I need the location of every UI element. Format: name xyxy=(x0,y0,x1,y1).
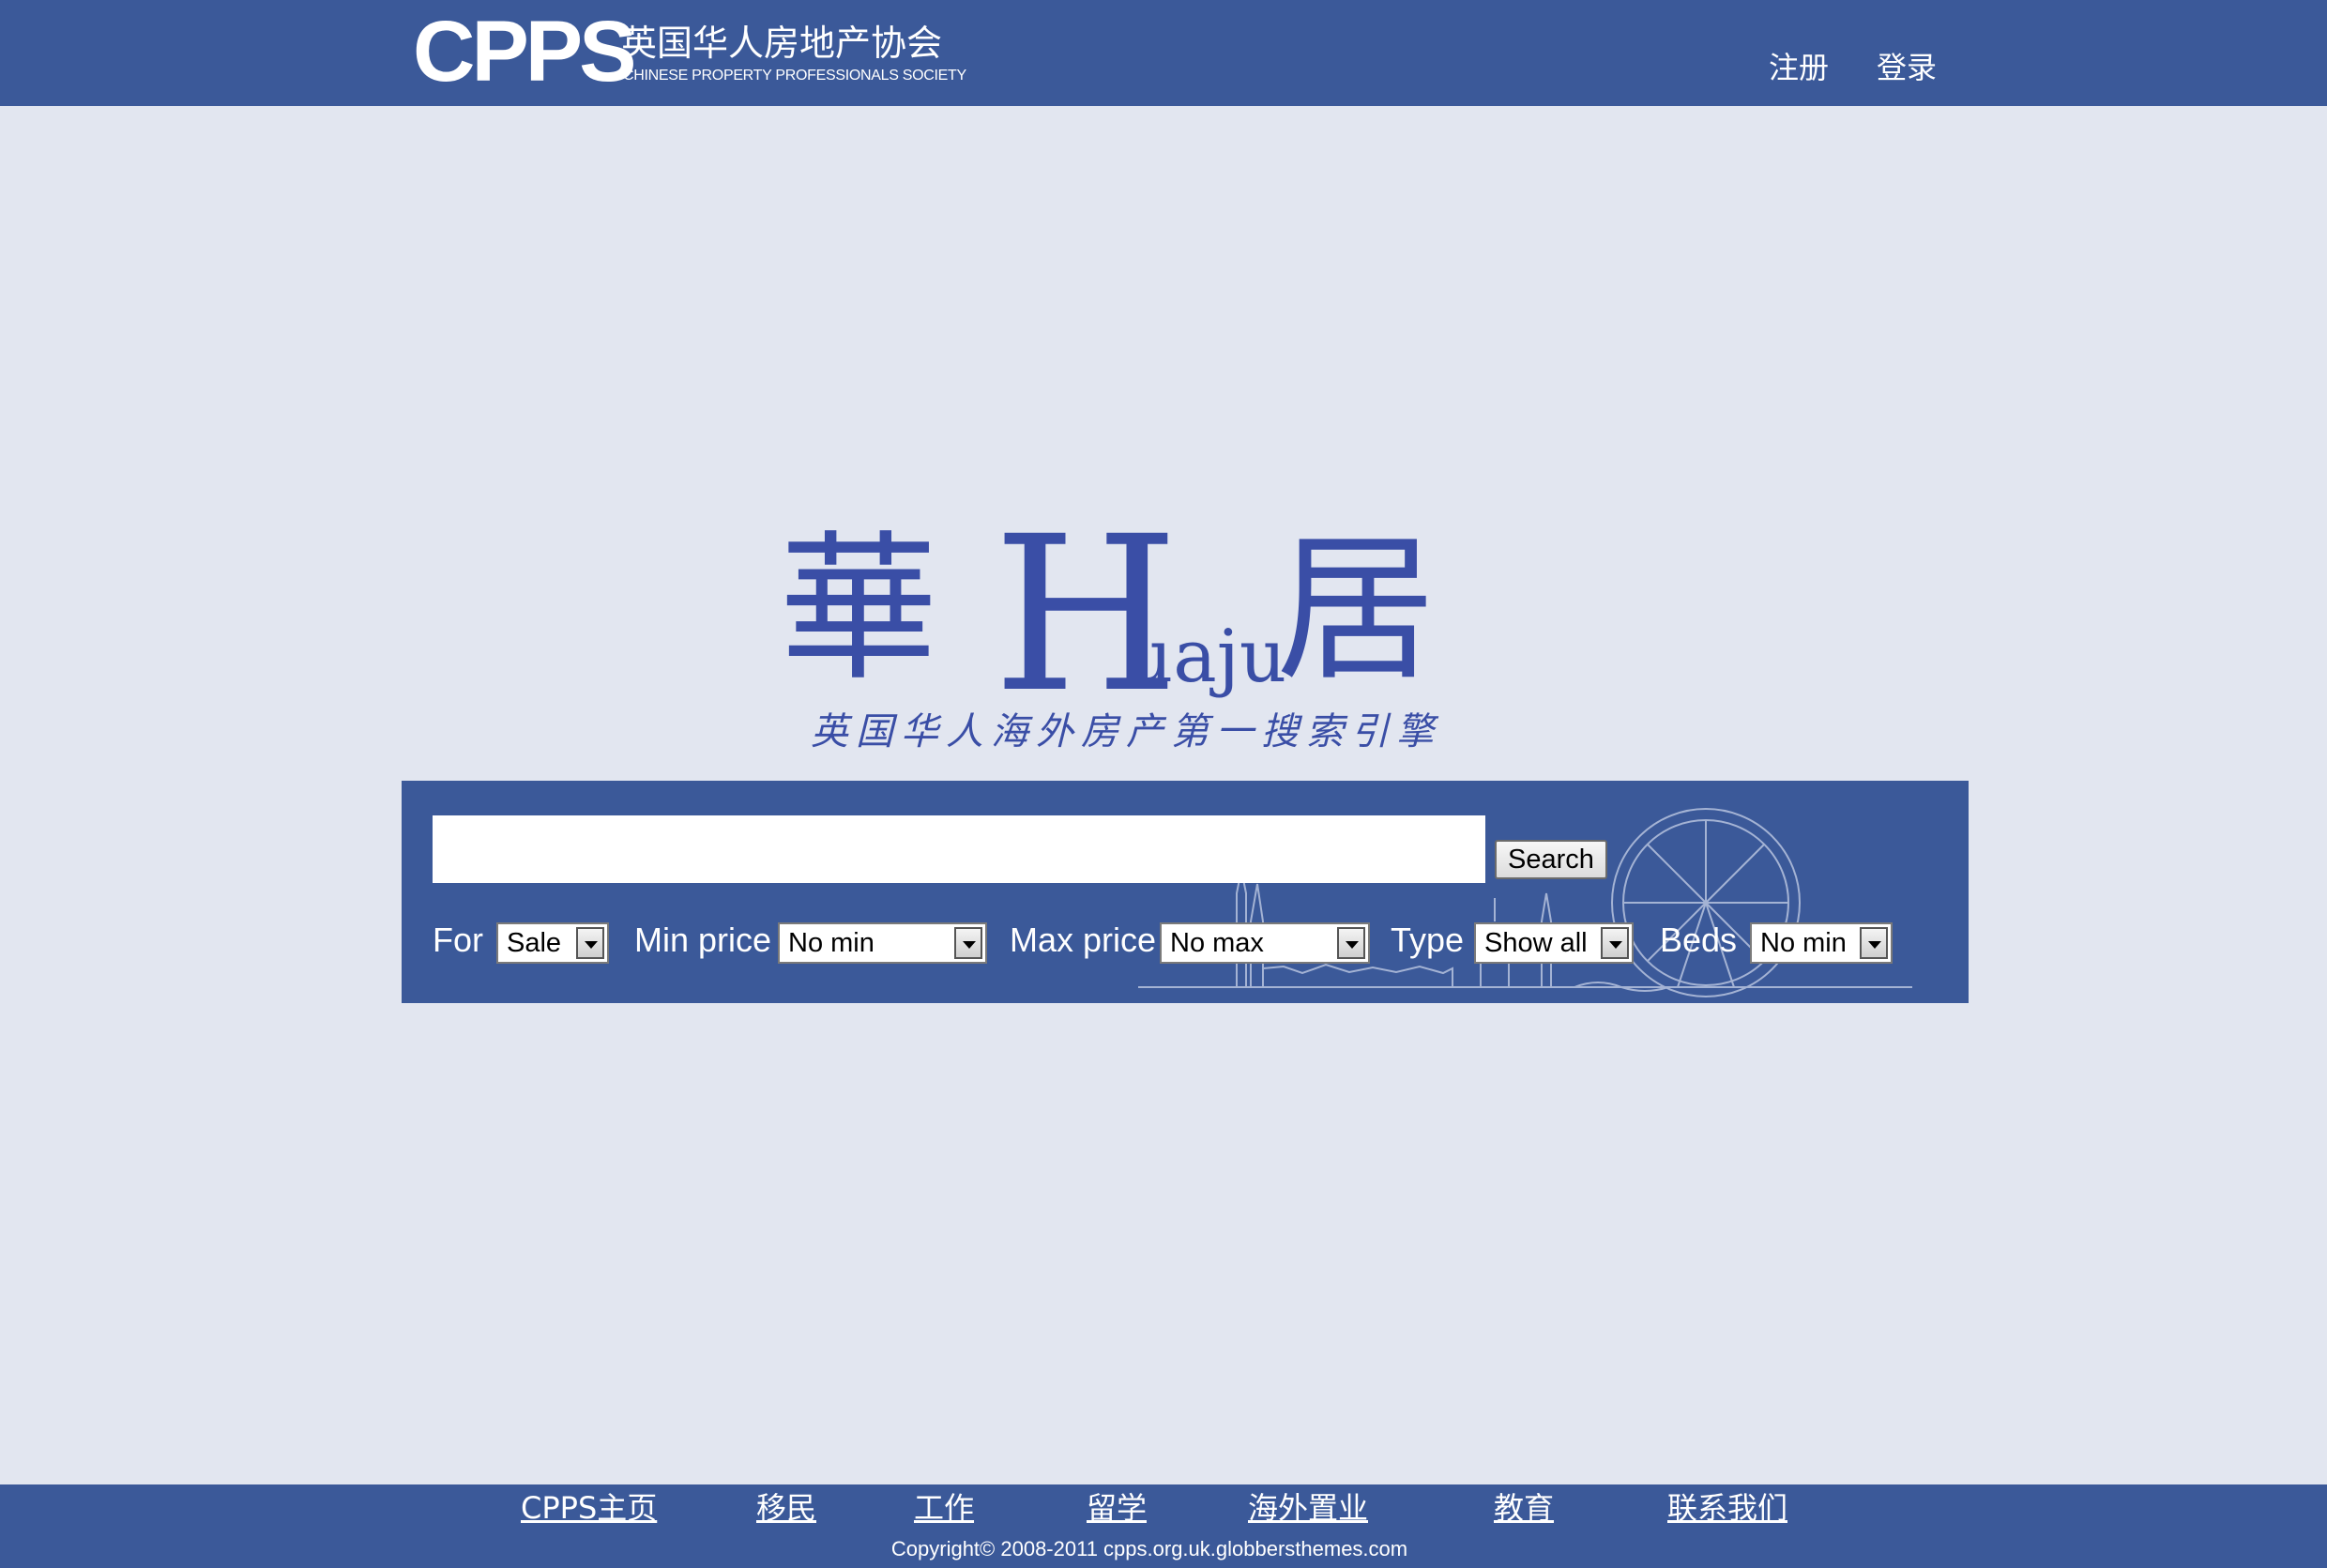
footer-link-immigration[interactable]: 移民 xyxy=(756,1489,816,1527)
min-price-select-value: No min xyxy=(788,928,875,958)
type-select[interactable]: Show all xyxy=(1474,922,1634,964)
for-select[interactable]: Sale xyxy=(496,922,609,964)
search-button[interactable]: Search xyxy=(1495,840,1607,879)
brand-char-ju: 居 xyxy=(1276,517,1437,703)
type-select-value: Show all xyxy=(1484,928,1588,958)
register-link[interactable]: 注册 xyxy=(1769,49,1829,86)
london-skyline-illustration xyxy=(1138,808,1912,997)
footer-bar: CPPS主页 移民 工作 留学 海外置业 教育 联系我们 Copyright© … xyxy=(0,1484,2327,1568)
logo-mark: CPPS xyxy=(413,4,637,99)
type-label: Type xyxy=(1391,921,1465,959)
max-price-select-value: No max xyxy=(1170,928,1264,958)
dropdown-arrow-icon[interactable] xyxy=(1860,927,1888,959)
dropdown-arrow-icon[interactable] xyxy=(1337,927,1365,959)
copyright-text: Copyright© 2008-2011 cpps.org.uk.globber… xyxy=(890,1537,1408,1560)
footer-link-contact[interactable]: 联系我们 xyxy=(1667,1489,1787,1527)
login-link[interactable]: 登录 xyxy=(1877,49,1937,86)
logo-english-name: CHINESE PROPERTY PROFESSIONALS SOCIETY xyxy=(623,68,966,84)
search-input[interactable] xyxy=(433,815,1485,883)
min-price-label: Min price xyxy=(634,921,772,959)
beds-select-value: No min xyxy=(1760,928,1847,958)
dropdown-arrow-icon[interactable] xyxy=(576,927,604,959)
search-panel: Search For Sale Min price No min Max pri… xyxy=(402,781,1969,1003)
top-header-bar: CPPS 英国华人房地产协会 CHINESE PROPERTY PROFESSI… xyxy=(0,0,2327,106)
for-select-value: Sale xyxy=(507,928,562,958)
brand-tagline: 英国华人海外房产第一搜索引擎 xyxy=(811,710,1441,754)
brand-word-uaju: uaju xyxy=(1126,615,1287,699)
min-price-select[interactable]: No min xyxy=(778,922,987,964)
beds-label: Beds xyxy=(1660,921,1738,959)
footer-link-study[interactable]: 留学 xyxy=(1087,1489,1147,1527)
max-price-select[interactable]: No max xyxy=(1160,922,1370,964)
dropdown-arrow-icon[interactable] xyxy=(1601,927,1629,959)
for-label: For xyxy=(433,921,483,959)
footer-link-cpps-home[interactable]: CPPS主页 xyxy=(521,1489,657,1527)
dropdown-arrow-icon[interactable] xyxy=(954,927,982,959)
footer-link-education[interactable]: 教育 xyxy=(1494,1489,1554,1527)
footer-link-overseas-property[interactable]: 海外置业 xyxy=(1248,1489,1368,1527)
logo-chinese-name: 英国华人房地产协会 xyxy=(621,23,943,64)
footer-link-work[interactable]: 工作 xyxy=(914,1489,974,1527)
huaju-brand-logo: 華 H uaju 居 英国华人海外房产第一搜索引擎 xyxy=(769,508,1483,765)
beds-select[interactable]: No min xyxy=(1750,922,1893,964)
brand-char-hua: 華 xyxy=(779,517,939,703)
max-price-label: Max price xyxy=(1010,921,1157,959)
